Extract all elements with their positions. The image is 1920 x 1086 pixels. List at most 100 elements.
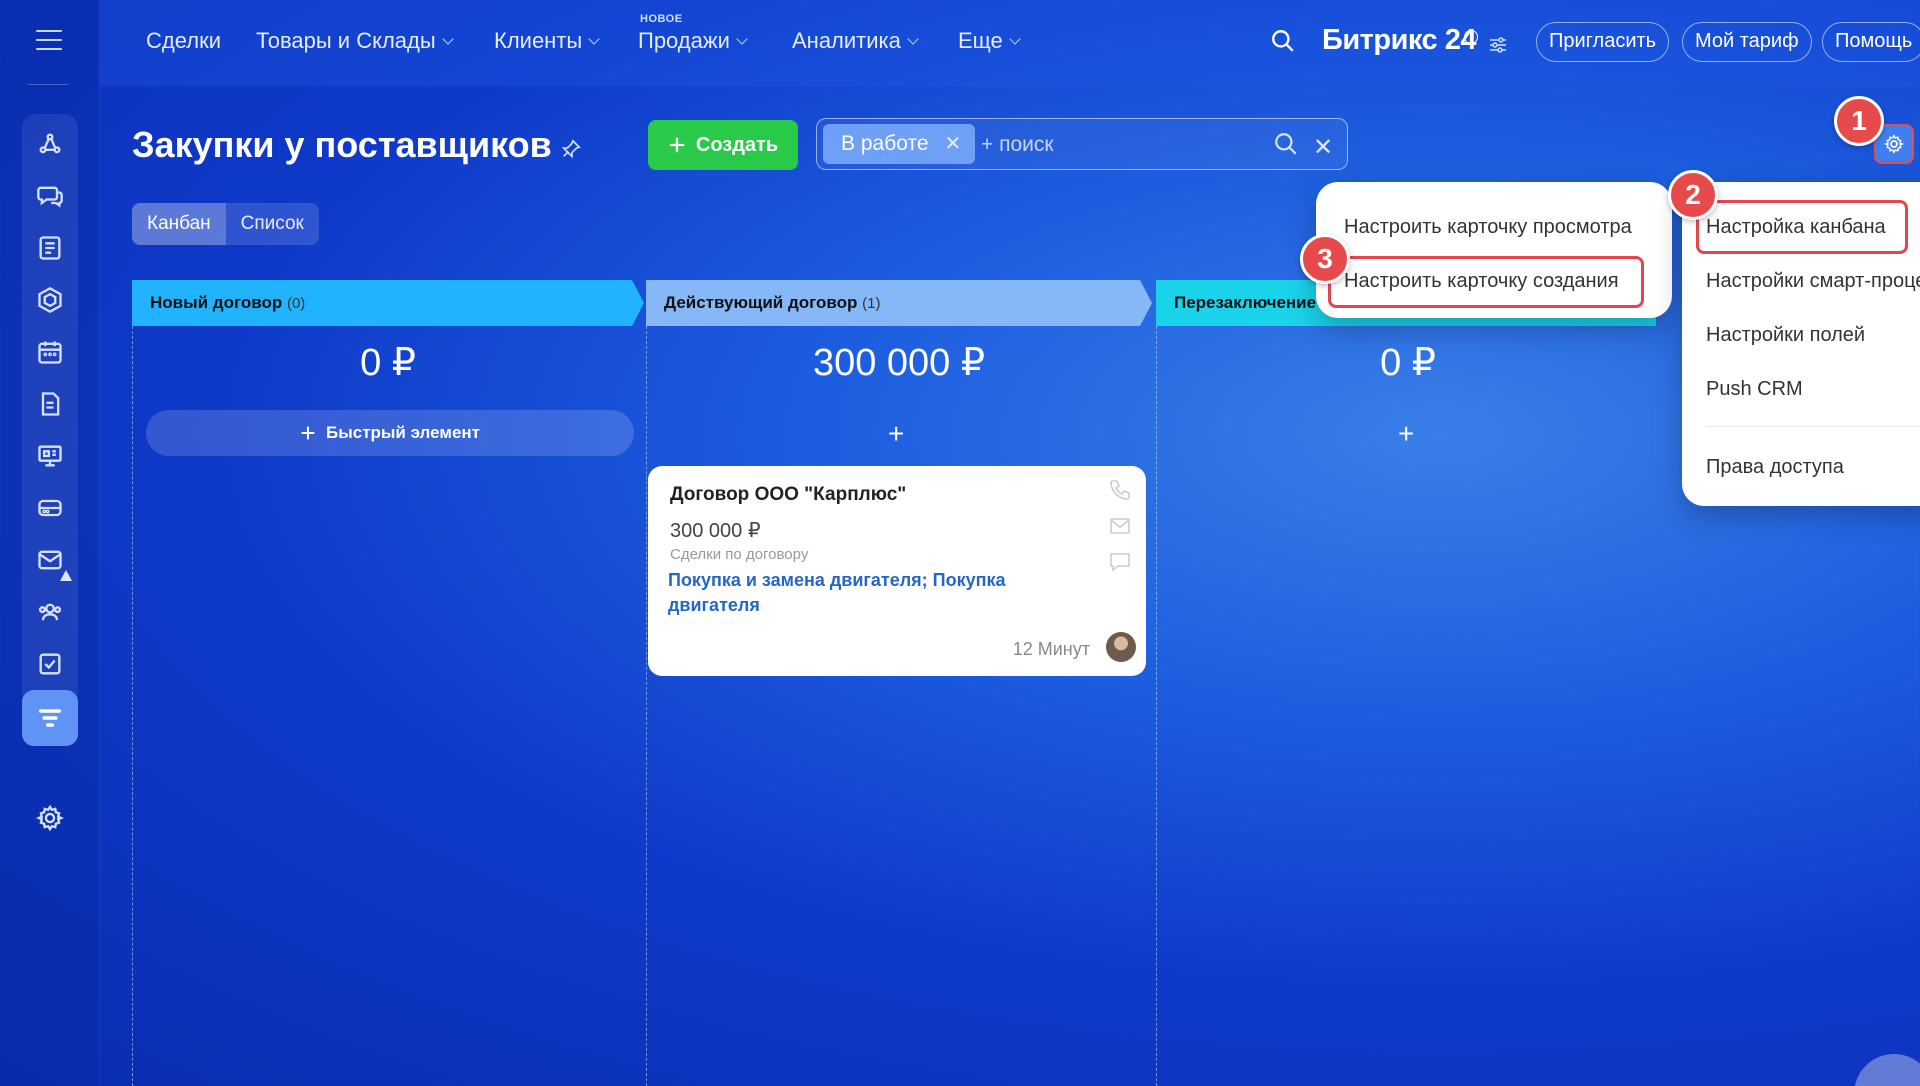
view-switch: Канбан Список — [132, 203, 319, 245]
rail-divider — [28, 84, 68, 85]
column-divider — [646, 326, 647, 1086]
document-icon[interactable] — [22, 376, 78, 432]
plus-icon — [301, 426, 315, 440]
column-divider — [1156, 326, 1157, 1086]
plus-icon — [669, 137, 685, 153]
gear-icon — [1883, 134, 1905, 154]
nav-item-deals[interactable]: Сделки — [146, 28, 221, 54]
nav-item-label: Продажи — [638, 28, 730, 53]
add-item-button[interactable]: + — [1398, 418, 1414, 450]
column-title: Перезаключение — [1174, 293, 1317, 312]
left-rail — [0, 0, 100, 1086]
menu-item-push-crm[interactable]: Push CRM — [1706, 378, 1803, 401]
nav-item-label: Аналитика — [792, 28, 901, 53]
callout-badge: 1 — [1834, 96, 1884, 146]
chat-icon[interactable] — [22, 168, 78, 224]
feed-icon[interactable] — [22, 220, 78, 276]
chevron-down-icon — [442, 33, 454, 45]
chevron-down-icon — [588, 33, 600, 45]
card-title[interactable]: Договор ООО "Карплюс" — [670, 484, 906, 506]
column-header-active[interactable]: Действующий договор (1) — [646, 280, 1140, 326]
column-title: Новый договор — [150, 293, 283, 312]
help-widget-button[interactable] — [1854, 1054, 1920, 1086]
menu-item-view-card[interactable]: Настроить карточку просмотра — [1344, 216, 1632, 239]
column-header-new[interactable]: Новый договор (0) — [132, 280, 632, 326]
search-icon[interactable] — [1273, 131, 1299, 157]
settings-gear-icon[interactable] — [22, 790, 78, 846]
avatar[interactable] — [1106, 632, 1136, 662]
help-button[interactable]: Помощь — [1822, 22, 1920, 62]
storage-icon[interactable] — [22, 480, 78, 536]
presentation-icon[interactable] — [22, 428, 78, 484]
card-field-label: Сделки по договору — [670, 546, 809, 563]
warning-icon — [60, 570, 72, 581]
pin-icon[interactable] — [560, 138, 582, 160]
callout-badge: 3 — [1300, 234, 1350, 284]
funnel-icon[interactable] — [22, 690, 78, 746]
crm-icon[interactable] — [22, 116, 78, 172]
page-title: Закупки у поставщиков — [132, 124, 552, 165]
menu-divider — [1706, 426, 1920, 427]
menu-item-access-rights[interactable]: Права доступа — [1706, 456, 1844, 479]
search-icon[interactable] — [1270, 28, 1296, 54]
clear-icon[interactable]: ✕ — [1313, 133, 1333, 162]
settings-menu: Настройка канбана Настройки смарт-процес… — [1682, 182, 1920, 506]
column-sum: 0 ₽ — [1380, 342, 1436, 384]
highlight-frame — [1328, 256, 1644, 308]
calendar-icon[interactable] — [22, 324, 78, 380]
nav-item-label: Товары и Склады — [256, 28, 436, 53]
nav-item-label: Клиенты — [494, 28, 583, 53]
card-time: 12 Минут — [1012, 639, 1090, 659]
nav-item-goods[interactable]: Товары и Склады — [256, 28, 454, 54]
card-deals-link[interactable]: Покупка и замена двигателя; Покупка двиг… — [668, 568, 1048, 618]
quick-add-button[interactable]: Быстрый элемент — [146, 410, 634, 456]
create-button[interactable]: Создать — [648, 120, 798, 170]
highlight-frame — [1696, 200, 1908, 254]
mail-icon[interactable] — [22, 532, 78, 588]
invite-button[interactable]: Пригласить — [1536, 22, 1670, 62]
users-icon[interactable] — [22, 584, 78, 640]
quick-add-label: Быстрый элемент — [326, 423, 480, 442]
card-sum: 300 000 ₽ — [670, 520, 761, 542]
nav-item-sales[interactable]: Продажи — [638, 28, 748, 54]
tab-list[interactable]: Список — [226, 203, 319, 245]
tab-kanban[interactable]: Канбан — [132, 203, 226, 245]
card-actions — [1108, 478, 1134, 586]
chevron-down-icon — [1009, 33, 1021, 45]
nav-item-label: Еще — [958, 28, 1003, 53]
menu-burger-icon[interactable] — [36, 30, 62, 52]
column-divider — [132, 326, 133, 1086]
column-count: (1) — [862, 295, 881, 312]
column-sum: 300 000 ₽ — [812, 342, 986, 384]
column-title: Действующий договор — [664, 293, 858, 312]
filter-chip[interactable]: В работе ✕ — [823, 124, 976, 164]
nav-item-analytics[interactable]: Аналитика — [792, 28, 919, 54]
mail-icon[interactable] — [1108, 514, 1132, 538]
tasks-icon[interactable] — [22, 636, 78, 692]
brand-logo[interactable]: Битрикс 24 — [1322, 24, 1477, 57]
clock-icon — [1464, 30, 1478, 44]
tariff-button[interactable]: Мой тариф — [1682, 22, 1812, 62]
card-settings-menu: Настроить карточку просмотра Настроить к… — [1316, 182, 1672, 318]
comment-icon[interactable] — [1108, 550, 1132, 574]
filter-search-box[interactable]: В работе ✕ + поиск ✕ — [816, 118, 1348, 170]
chevron-down-icon — [736, 33, 748, 45]
tune-icon[interactable] — [1488, 36, 1508, 54]
menu-item-smart-process-settings[interactable]: Настройки смарт-процесса — [1706, 270, 1920, 293]
column-sum: 0 ₽ — [360, 342, 416, 384]
column-count: (0) — [286, 295, 306, 312]
nav-item-clients[interactable]: Клиенты — [494, 28, 600, 54]
phone-icon[interactable] — [1108, 478, 1132, 502]
apps-hexagon-icon[interactable] — [22, 272, 78, 328]
new-badge: НОВОЕ — [640, 13, 683, 25]
chevron-down-icon — [907, 33, 919, 45]
nav-item-more[interactable]: Еще — [958, 28, 1021, 54]
app-root: Сделки Товары и Склады Клиенты НОВОЕ Про… — [0, 0, 1920, 1086]
deal-card[interactable]: Договор ООО "Карплюс" 300 000 ₽ Сделки п… — [648, 466, 1146, 676]
nav-item-label: Сделки — [146, 28, 221, 53]
add-item-button[interactable]: + — [888, 418, 904, 450]
menu-item-field-settings[interactable]: Настройки полей — [1706, 324, 1865, 347]
callout-badge: 2 — [1668, 170, 1718, 220]
search-input[interactable]: + поиск — [981, 133, 1054, 157]
close-icon[interactable]: ✕ — [945, 124, 962, 164]
